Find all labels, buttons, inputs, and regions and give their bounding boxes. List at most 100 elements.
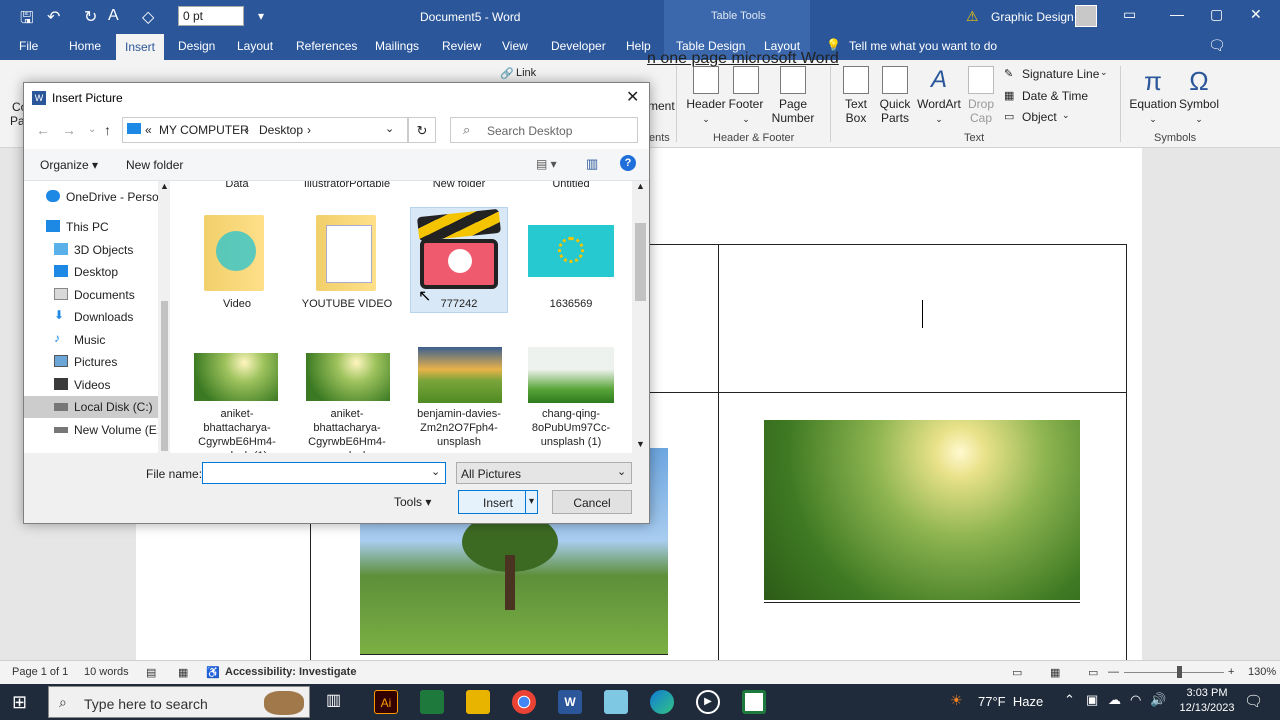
illustrator-icon[interactable]: Ai — [374, 690, 398, 714]
tab-layout[interactable]: Layout — [237, 39, 273, 53]
image-thumbnail[interactable] — [418, 347, 502, 403]
breadcrumb-folder[interactable]: Desktop — [259, 123, 303, 137]
notepad-icon[interactable] — [604, 690, 628, 714]
drop-cap-button[interactable]: Drop Cap — [964, 66, 998, 125]
text-box-button[interactable]: Text Box — [838, 66, 874, 125]
weather-icon[interactable]: ☀ — [950, 692, 963, 709]
customize-qa-icon[interactable]: ▾ — [258, 9, 264, 23]
equation-button[interactable]: π Equation ⌄ — [1128, 66, 1178, 125]
nav-scroll-thumb[interactable] — [161, 301, 168, 451]
chrome-icon[interactable] — [512, 690, 536, 714]
address-dropdown-icon[interactable]: ⌄ — [385, 122, 394, 135]
object-button[interactable]: Object — [1022, 110, 1057, 124]
redo-icon[interactable]: ↻ — [84, 7, 97, 27]
account-name[interactable]: Graphic Design — [991, 10, 1074, 24]
file-item-name[interactable]: aniket-bhattacharya-CgyrwbE6Hm4-unsplash — [298, 407, 396, 453]
folder-icon[interactable] — [204, 215, 264, 291]
file-item-label[interactable]: IllustratorPortable — [298, 181, 396, 191]
file-item-name[interactable]: benjamin-davies-Zm2n2O7Fph4-unsplash — [410, 407, 508, 449]
file-item-label[interactable]: Untitled — [522, 181, 620, 191]
edge-icon[interactable] — [650, 690, 674, 714]
link-button[interactable]: Link — [516, 67, 536, 79]
nav-item-pictures[interactable]: Pictures — [24, 351, 170, 373]
file-item-label[interactable]: New folder — [410, 181, 508, 191]
forward-arrow-icon[interactable]: → — [62, 122, 76, 138]
camtasia-icon[interactable] — [420, 690, 444, 714]
view-options-icon[interactable]: ▤ ▾ — [536, 157, 557, 171]
help-icon[interactable]: ? — [620, 155, 636, 171]
organize-button[interactable]: Organize ▾ — [40, 158, 98, 172]
nav-item-local-disk[interactable]: Local Disk (C:) — [24, 396, 170, 418]
zoom-level[interactable]: 130% — [1248, 666, 1276, 678]
wordart-button[interactable]: A WordArt ⌄ — [916, 66, 962, 125]
wifi-icon[interactable]: ◠ — [1130, 692, 1141, 708]
grass-sunlight-image[interactable] — [764, 420, 1080, 600]
address-bar[interactable]: « MY COMPUTER › Desktop › ⌄ — [122, 117, 408, 143]
nav-item-documents[interactable]: Documents — [24, 284, 170, 306]
nav-item-3d-objects[interactable]: 3D Objects — [24, 239, 170, 261]
file-item-name[interactable]: YOUTUBE VIDEO — [298, 297, 396, 311]
refresh-icon[interactable]: ↻ — [408, 117, 436, 143]
folder-icon[interactable] — [316, 215, 376, 291]
tab-developer[interactable]: Developer — [551, 39, 606, 53]
cancel-button[interactable]: Cancel — [552, 490, 632, 514]
taskbar-search[interactable]: ⌕ Type here to search — [48, 686, 310, 718]
header-button[interactable]: Header ⌄ — [685, 66, 727, 125]
insert-dropdown-icon[interactable]: ▾ — [525, 491, 537, 513]
link-icon[interactable]: 🔗 — [500, 67, 514, 80]
image-thumbnail[interactable] — [528, 225, 614, 277]
file-type-select[interactable]: All Pictures ⌄ — [456, 462, 632, 484]
file-item-label[interactable]: Data — [188, 181, 286, 191]
format-painter-icon[interactable]: ◇ — [142, 7, 154, 27]
quick-parts-button[interactable]: Quick Parts — [876, 66, 914, 125]
windows-start-icon[interactable]: ⊞ — [12, 692, 27, 713]
accessibility-status[interactable]: Accessibility: Investigate — [225, 666, 356, 678]
tab-references[interactable]: References — [296, 39, 357, 53]
maximize-icon[interactable]: ▢ — [1210, 6, 1223, 23]
scroll-up-icon[interactable]: ▲ — [636, 181, 645, 191]
up-arrow-icon[interactable]: ↑ — [104, 122, 111, 138]
word-icon[interactable]: W — [558, 690, 582, 714]
tab-insert[interactable]: Insert — [116, 34, 165, 60]
web-layout-icon[interactable]: ▭ — [1088, 666, 1098, 679]
back-arrow-icon[interactable]: ← — [36, 122, 50, 138]
nav-item-onedrive[interactable]: OneDrive - Person — [24, 186, 170, 208]
nav-item-new-volume[interactable]: New Volume (E:) — [24, 419, 170, 441]
nav-item-downloads[interactable]: ⬇ Downloads — [24, 306, 170, 328]
avatar[interactable] — [1075, 5, 1097, 27]
close-window-icon[interactable]: ✕ — [1250, 6, 1262, 23]
page-count[interactable]: Page 1 of 1 — [12, 666, 68, 678]
volume-icon[interactable]: 🔊 — [1150, 692, 1166, 708]
chevron-up-icon[interactable]: ⌃ — [1064, 692, 1075, 708]
scroll-down-icon[interactable]: ▼ — [636, 439, 645, 449]
document-heading[interactable]: n one page microsoft Word — [647, 50, 839, 68]
tab-mailings[interactable]: Mailings — [375, 39, 419, 53]
close-icon[interactable]: ✕ — [626, 87, 639, 107]
tab-design[interactable]: Design — [178, 39, 215, 53]
nav-item-this-pc[interactable]: This PC — [24, 216, 170, 238]
media-player-icon[interactable]: ▶ — [696, 690, 720, 714]
camtasia-recorder-icon[interactable] — [742, 690, 766, 714]
read-mode-icon[interactable]: ▭ — [1012, 666, 1022, 679]
page-number-button[interactable]: Page Number — [766, 66, 820, 125]
breadcrumb-root[interactable]: MY COMPUTER — [159, 123, 249, 137]
proofing-icon[interactable]: ▤ — [146, 666, 156, 679]
recent-chevron-icon[interactable]: ⌄ — [88, 124, 96, 135]
warning-icon[interactable]: ⚠ — [966, 8, 979, 25]
symbol-button[interactable]: Ω Symbol ⌄ — [1178, 66, 1220, 125]
footer-button[interactable]: Footer ⌄ — [728, 66, 764, 125]
clock[interactable]: 3:03 PM 12/13/2023 — [1176, 686, 1238, 716]
meet-now-icon[interactable]: ▣ — [1086, 692, 1098, 708]
chevron-down-icon[interactable]: ⌄ — [431, 465, 440, 478]
date-time-button[interactable]: Date & Time — [1022, 89, 1088, 103]
file-item-name[interactable]: 1636569 — [522, 297, 620, 311]
tell-me-search[interactable]: Tell me what you want to do — [849, 39, 997, 53]
word-count[interactable]: 10 words — [84, 666, 129, 678]
zoom-in-icon[interactable]: + — [1228, 666, 1234, 678]
zoom-slider-thumb[interactable] — [1177, 666, 1182, 678]
image-thumbnail[interactable] — [528, 347, 614, 403]
font-size-input[interactable]: 0 pt — [178, 6, 244, 26]
notifications-icon[interactable]: 🗨 — [1244, 692, 1263, 710]
task-view-icon[interactable]: ▥ — [326, 690, 350, 714]
file-scroll-thumb[interactable] — [635, 223, 646, 301]
